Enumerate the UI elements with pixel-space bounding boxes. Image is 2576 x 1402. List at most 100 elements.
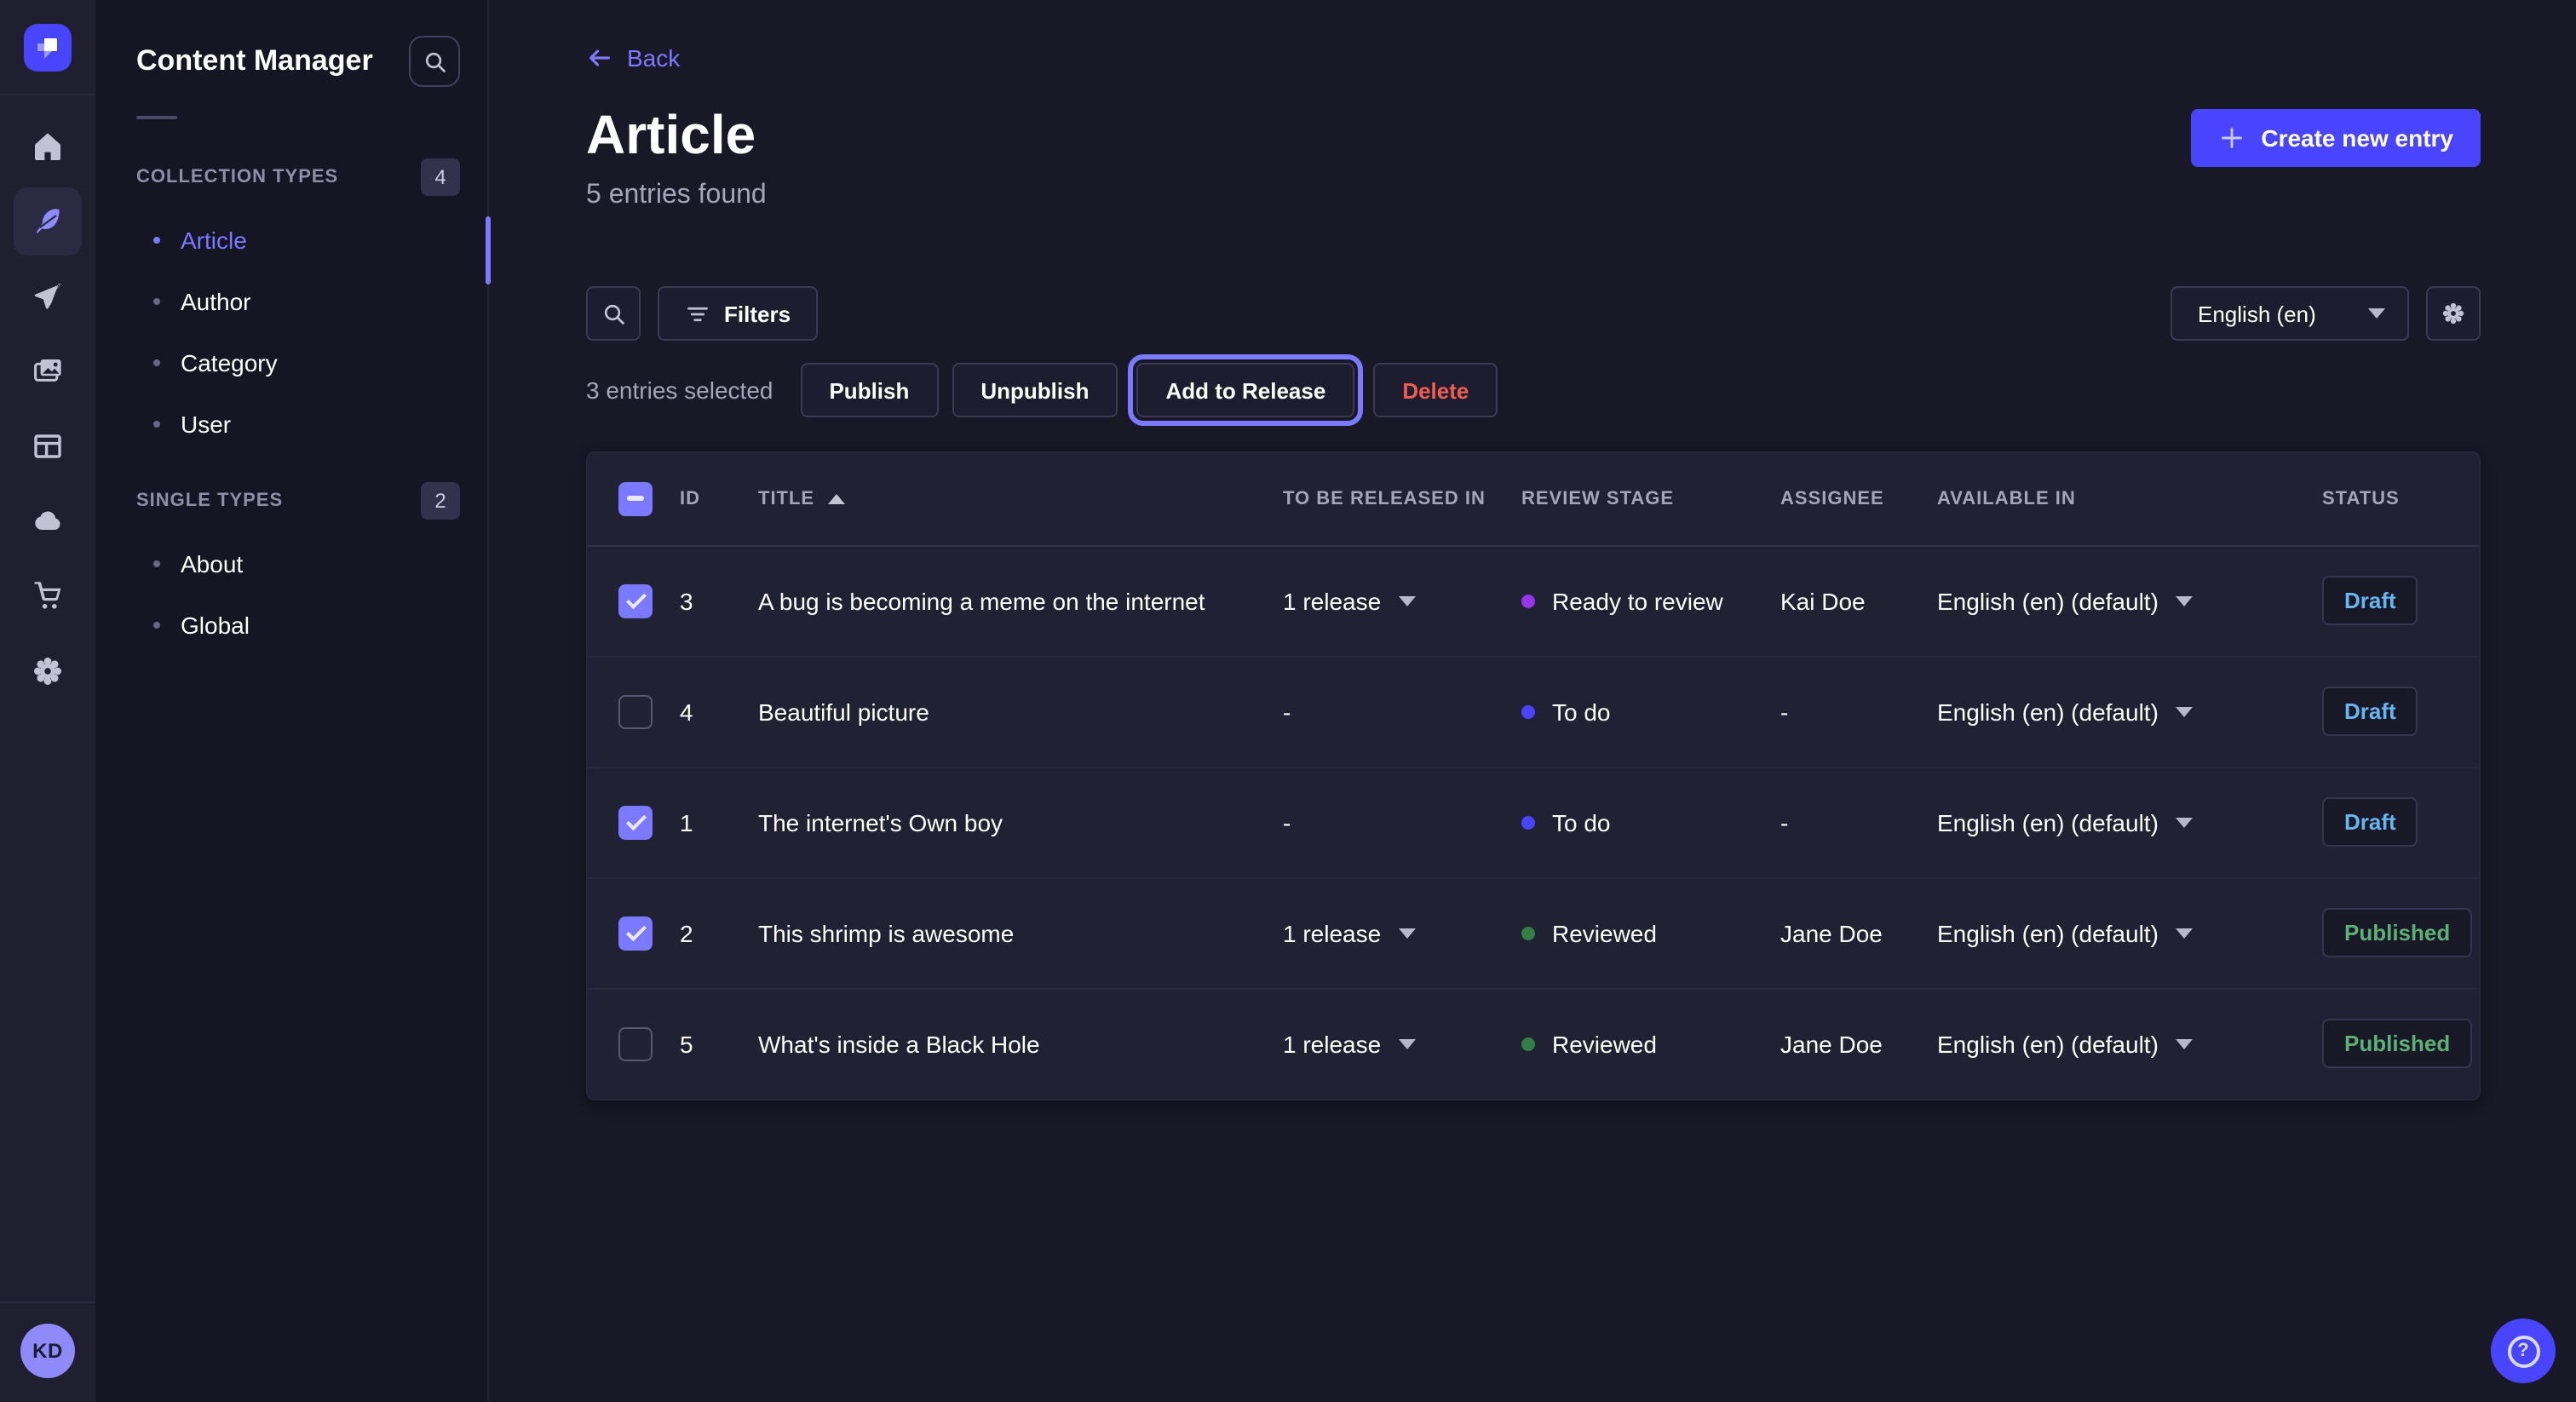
cell-review-stage: Reviewed [1508,877,1767,988]
filter-icon [685,301,710,326]
cell-assignee: Kai Doe [1767,545,1923,656]
column-header-id[interactable]: ID [666,453,745,545]
cell-title: What's inside a Black Hole [745,988,1269,1099]
column-header-available-in: AVAILABLE IN [1923,453,2309,545]
home-icon[interactable] [14,112,82,181]
chevron-down-icon [1398,1039,1415,1049]
count-badge: 2 [421,482,460,520]
add-to-release-button[interactable]: Add to Release [1136,363,1354,417]
cell-id: 3 [666,545,745,656]
cart-icon[interactable] [14,562,82,630]
back-arrow-icon [586,44,613,72]
app-root: KD Content Manager COLLECTION TYPES 4 Ar… [0,0,2576,1402]
user-avatar[interactable]: KD [20,1324,75,1378]
select-all-checkbox[interactable] [618,482,653,516]
sidebar-item-global[interactable]: Global [95,595,487,656]
column-header-title[interactable]: TITLE [745,453,1269,545]
status-badge: Draft [2322,797,2418,847]
main-content: Back Article Create new entry 5 entries … [489,0,2576,1402]
cell-locale[interactable]: English (en) (default) [1923,877,2309,988]
column-header-to-be-released-in: TO BE RELEASED IN [1269,453,1508,545]
cell-locale[interactable]: English (en) (default) [1923,988,2309,1099]
sidebar-item-user[interactable]: User [95,394,487,455]
stage-dot-icon [1521,926,1535,939]
back-link[interactable]: Back [586,44,680,72]
feather-icon[interactable] [14,187,82,256]
create-new-entry-button[interactable]: Create new entry [2191,109,2481,167]
table-row[interactable]: 2 This shrimp is awesome 1 release Revie… [588,877,2479,988]
status-badge: Draft [2322,576,2418,625]
media-icon[interactable] [14,337,82,405]
sidebar-item-about[interactable]: About [95,533,487,595]
cell-title: This shrimp is awesome [745,877,1269,988]
unpublish-button[interactable]: Unpublish [952,363,1118,417]
rail-divider [0,94,95,95]
cell-review-stage: To do [1508,656,1767,767]
strapi-logo[interactable] [24,24,72,72]
paper-plane-icon[interactable] [14,262,82,330]
cell-status: Draft [2309,656,2479,767]
stage-dot-icon [1521,815,1535,829]
cloud-icon[interactable] [14,487,82,555]
cell-locale[interactable]: English (en) (default) [1923,656,2309,767]
cell-assignee: - [1767,767,1923,877]
row-checkbox[interactable] [618,694,653,728]
collection-types-section: COLLECTION TYPES 4 Article Author Catego… [95,158,487,455]
bullet-icon [153,237,160,244]
section-label: COLLECTION TYPES [136,167,338,187]
help-button[interactable]: ? [2491,1319,2556,1383]
cell-status: Published [2309,988,2479,1099]
layout-icon[interactable] [14,412,82,480]
column-header-status: STATUS [2309,453,2479,545]
cell-assignee: Jane Doe [1767,988,1923,1099]
cell-id: 5 [666,988,745,1099]
sidebar-item-article[interactable]: Article [95,210,487,271]
sort-asc-icon [828,494,845,504]
search-icon[interactable] [409,36,460,87]
row-checkbox[interactable] [618,583,653,618]
row-checkbox[interactable] [618,916,653,950]
row-checkbox[interactable] [618,805,653,839]
single-types-section: SINGLE TYPES 2 About Global [95,482,487,656]
question-icon: ? [2507,1335,2539,1367]
table-header-row: ID TITLE TO BE RELEASED IN REVIEW STAGE … [588,453,2479,545]
filters-button[interactable]: Filters [658,286,818,341]
bullet-icon [153,421,160,428]
cell-release[interactable]: - [1269,656,1508,767]
row-checkbox[interactable] [618,1027,653,1061]
table-row[interactable]: 1 The internet's Own boy - To do - Engli… [588,767,2479,877]
cell-release[interactable]: 1 release [1269,877,1508,988]
publish-button[interactable]: Publish [800,363,938,417]
locale-select[interactable]: English (en) [2171,286,2409,341]
sidebar-item-author[interactable]: Author [95,271,487,332]
cell-release[interactable]: - [1269,767,1508,877]
sidebar-item-category[interactable]: Category [95,332,487,394]
cell-release[interactable]: 1 release [1269,988,1508,1099]
chevron-down-icon [2368,308,2385,319]
chevron-down-icon [2176,1039,2193,1049]
cell-id: 1 [666,767,745,877]
column-header-review-stage: REVIEW STAGE [1508,453,1767,545]
subnav-divider [136,116,177,119]
cell-status: Draft [2309,767,2479,877]
cell-locale[interactable]: English (en) (default) [1923,767,2309,877]
section-label: SINGLE TYPES [136,491,283,511]
cell-review-stage: Reviewed [1508,988,1767,1099]
cell-title: Beautiful picture [745,656,1269,767]
status-badge: Published [2322,1020,2472,1069]
table-row[interactable]: 5 What's inside a Black Hole 1 release R… [588,988,2479,1099]
cell-assignee: Jane Doe [1767,877,1923,988]
gear-icon[interactable] [14,637,82,705]
search-icon[interactable] [586,286,641,341]
cell-locale[interactable]: English (en) (default) [1923,545,2309,656]
cell-release[interactable]: 1 release [1269,545,1508,656]
settings-gear-icon[interactable] [2426,286,2481,341]
active-item-indicator [486,216,491,284]
delete-button[interactable]: Delete [1373,363,1498,417]
table-row[interactable]: 4 Beautiful picture - To do - English (e… [588,656,2479,767]
status-badge: Published [2322,908,2472,957]
bullet-icon [153,560,160,567]
table-body: 3 A bug is becoming a meme on the intern… [588,545,2479,1099]
plus-icon [2218,124,2245,152]
table-row[interactable]: 3 A bug is becoming a meme on the intern… [588,545,2479,656]
